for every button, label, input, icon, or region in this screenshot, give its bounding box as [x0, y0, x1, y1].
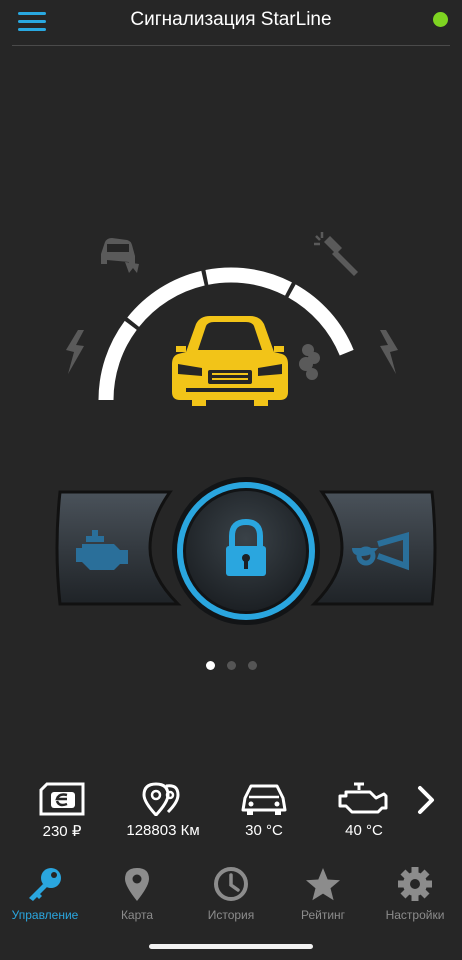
tab-settings[interactable]: Настройки	[370, 866, 460, 922]
key-icon	[29, 868, 61, 901]
mileage-item: 128803 Км	[113, 782, 213, 839]
tab-control[interactable]: Управление	[0, 866, 90, 922]
tab-history[interactable]: История	[186, 866, 276, 922]
star-icon	[306, 868, 340, 901]
balance-value: 230 ₽	[42, 823, 82, 840]
engine-temp-value: 40 °C	[345, 822, 383, 839]
tab-label: Настройки	[385, 908, 445, 922]
car-temp-item: 30 °C	[214, 782, 314, 839]
header-divider	[12, 45, 450, 46]
home-indicator[interactable]	[149, 944, 313, 949]
tab-map[interactable]: Карта	[92, 866, 182, 922]
engine-start-button[interactable]	[52, 490, 182, 606]
engine-temp-icon	[338, 782, 388, 814]
control-panel	[0, 476, 462, 626]
car-temp-value: 30 °C	[245, 822, 283, 839]
hammer-icon	[314, 232, 358, 276]
gear-icon	[398, 867, 432, 901]
clock-icon	[214, 867, 248, 901]
map-pin-icon	[125, 868, 149, 901]
chevron-right-icon[interactable]	[414, 784, 440, 816]
page-title: Сигнализация StarLine	[130, 9, 332, 30]
engine-temp-item: 40 °C	[314, 782, 414, 839]
lock-button[interactable]	[170, 476, 322, 626]
shock-left-icon	[66, 330, 84, 374]
shock-right-icon	[380, 330, 398, 374]
mileage-pin-icon	[142, 782, 180, 816]
tab-bar: Управление Карта История Рейтинг Настрой…	[0, 862, 462, 932]
mileage-value: 128803 Км	[126, 822, 200, 839]
balance-item: 230 ₽	[12, 782, 112, 840]
tab-label: История	[207, 908, 255, 922]
tab-label: Карта	[120, 908, 154, 922]
tab-label: Управление	[11, 908, 79, 922]
car-temp-icon	[241, 784, 287, 815]
smoke-icon	[299, 344, 320, 380]
app-header: Сигнализация StarLine	[0, 0, 462, 46]
page-dot[interactable]	[247, 661, 257, 670]
balance-card-icon	[39, 782, 85, 816]
tab-label: Рейтинг	[300, 908, 346, 922]
status-gauge	[0, 200, 462, 440]
connection-status-dot	[433, 12, 448, 27]
tab-rating[interactable]: Рейтинг	[278, 866, 368, 922]
page-dot[interactable]	[205, 661, 215, 670]
page-indicator	[0, 661, 462, 670]
horn-button[interactable]	[310, 490, 440, 606]
info-row: 230 ₽ 128803 Км 30 °C 40 °C	[0, 778, 462, 848]
car-icon	[172, 316, 288, 406]
crash-car-icon	[101, 238, 139, 273]
page-dot[interactable]	[226, 661, 236, 670]
